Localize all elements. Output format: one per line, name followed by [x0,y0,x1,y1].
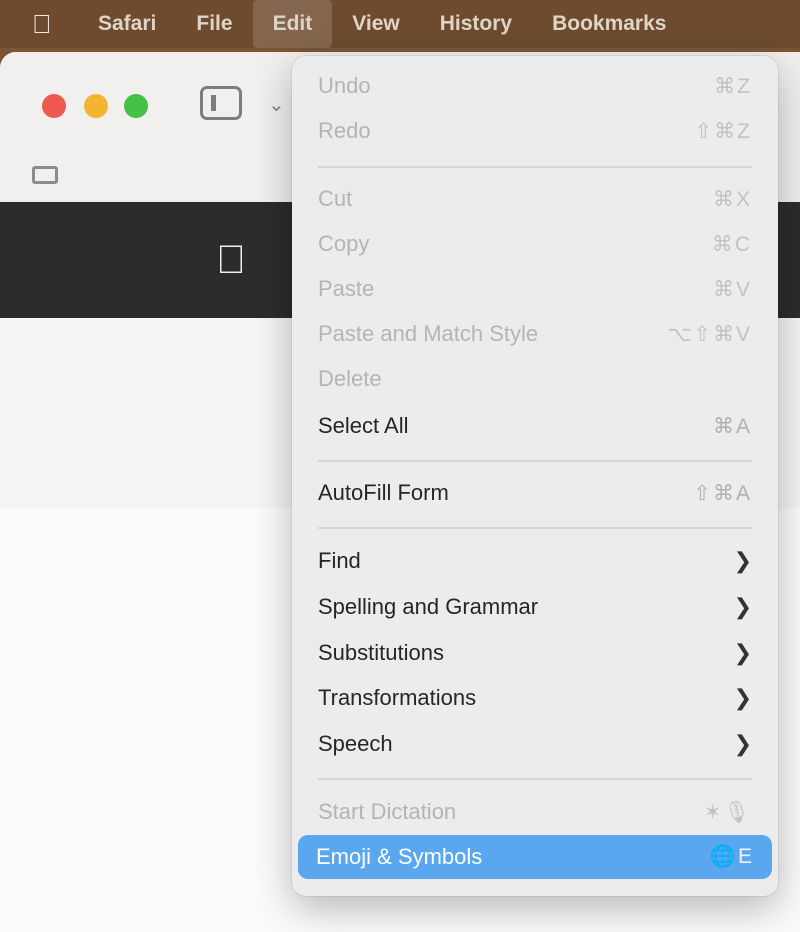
chevron-down-icon[interactable]: ⌄ [268,92,285,117]
chevron-right-icon: ❯ [733,548,752,573]
chevron-right-icon: ❯ [733,594,752,619]
menubar-item-bookmarks[interactable]: Bookmarks [532,0,686,48]
menu-item-paste-and-match-style[interactable]: Paste and Match Style ⌥⇧⌘V [300,312,770,356]
menu-item-find[interactable]: Find ❯ [300,539,770,583]
menu-item-redo[interactable]: Redo ⇧⌘Z [300,109,770,153]
menubar-item-file[interactable]: File [176,0,252,48]
zoom-window-button[interactable] [124,94,148,118]
menu-item-cut[interactable]: Cut ⌘X [300,177,770,221]
apple-icon[interactable]:  [32,9,78,40]
menu-separator [318,166,752,168]
menu-separator [318,778,752,780]
menubar-item-view[interactable]: View [332,0,419,48]
sidebar-toggle-icon[interactable] [200,86,242,120]
tab-overview-icon[interactable] [32,166,58,184]
edit-menu: Undo ⌘Z Redo ⇧⌘Z Cut ⌘X Copy ⌘C Paste ⌘V… [292,56,778,896]
apple-logo-icon:  [216,238,246,283]
menu-item-emoji-and-symbols[interactable]: Emoji & Symbols 🌐E [298,835,772,879]
menubar-item-history[interactable]: History [420,0,532,48]
menubar-item-safari[interactable]: Safari [78,0,176,48]
minimize-window-button[interactable] [84,94,108,118]
menu-item-autofill-form[interactable]: AutoFill Form ⇧⌘A [300,471,770,515]
menu-item-select-all[interactable]: Select All ⌘A [300,404,770,448]
menu-item-transformations[interactable]: Transformations ❯ [300,676,770,720]
menu-item-substitutions[interactable]: Substitutions ❯ [300,631,770,675]
chevron-right-icon: ❯ [733,685,752,710]
menu-item-speech[interactable]: Speech ❯ [300,722,770,766]
chevron-right-icon: ❯ [733,640,752,665]
close-window-button[interactable] [42,94,66,118]
menu-item-paste[interactable]: Paste ⌘V [300,267,770,311]
menu-item-copy[interactable]: Copy ⌘C [300,222,770,266]
menubar-item-edit[interactable]: Edit [252,0,333,48]
chevron-right-icon: ❯ [733,731,752,756]
menu-item-undo[interactable]: Undo ⌘Z [300,64,770,108]
menu-bar:  Safari File Edit View History Bookmark… [0,0,800,48]
menu-separator [318,527,752,529]
menu-item-spelling-and-grammar[interactable]: Spelling and Grammar ❯ [300,585,770,629]
menu-separator [318,460,752,462]
menu-item-delete[interactable]: Delete [300,357,770,401]
menu-item-start-dictation[interactable]: Start Dictation ✶🎙 [300,790,770,834]
